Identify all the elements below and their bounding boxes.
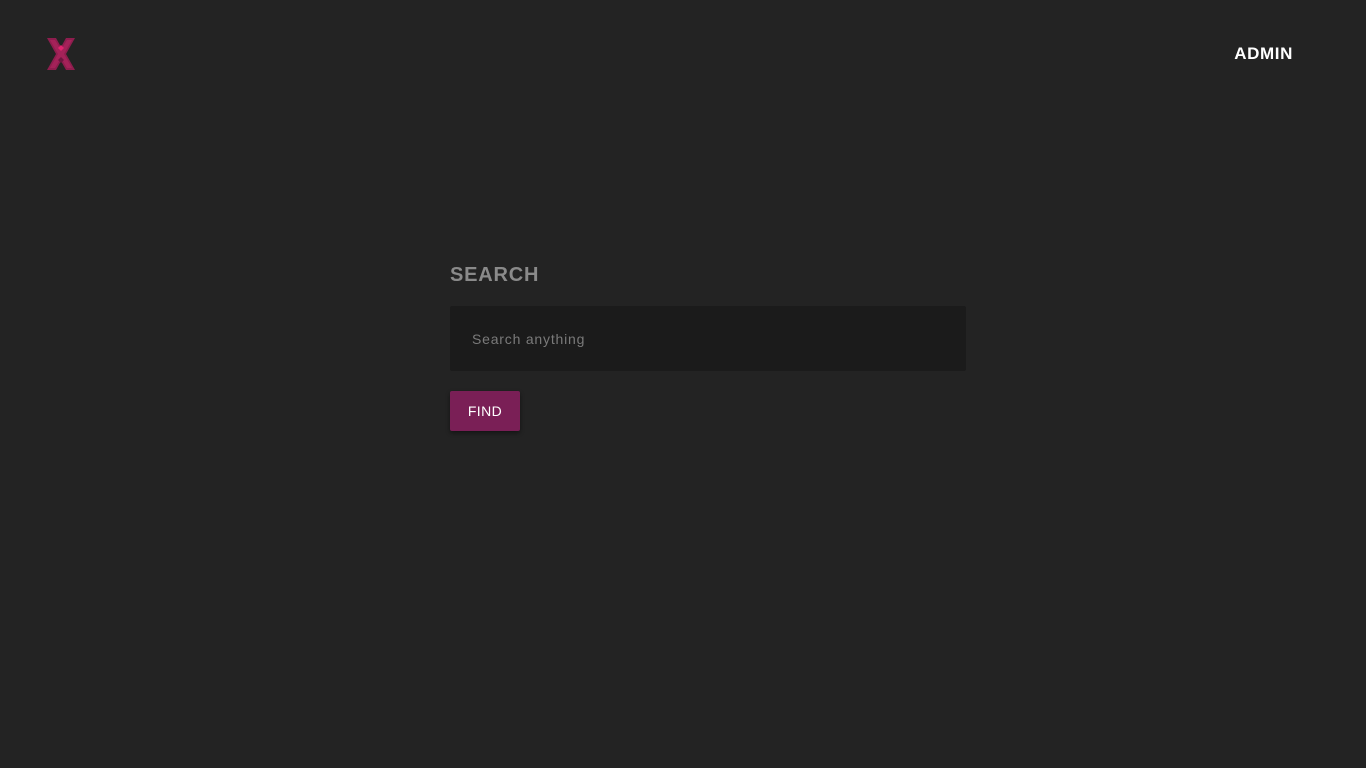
find-button[interactable]: FIND: [450, 391, 520, 431]
search-section: SEARCH FIND: [450, 262, 966, 431]
app-page: ADMIN SEARCH FIND: [0, 0, 1366, 768]
search-input[interactable]: [450, 306, 966, 371]
logo-icon[interactable]: [44, 34, 78, 74]
search-heading: SEARCH: [450, 264, 540, 286]
x-logo-icon: [47, 38, 75, 70]
admin-link[interactable]: ADMIN: [1234, 44, 1293, 64]
